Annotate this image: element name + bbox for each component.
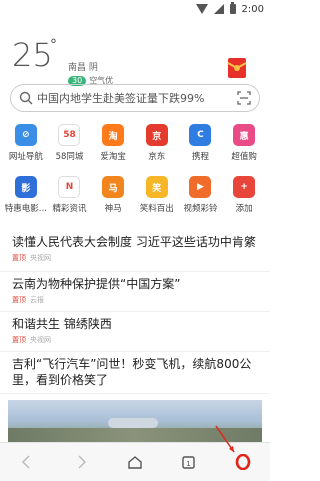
shortcut-label: 精彩资讯 bbox=[52, 204, 87, 214]
pinned-tag: 置顶 bbox=[12, 336, 26, 344]
taobao-icon: 淘 bbox=[102, 124, 125, 146]
news-item[interactable]: 吉利“飞行汽车”问世！秒变飞机，续航800公里，看到价格笑了 bbox=[0, 352, 270, 394]
shenma-icon: 马 bbox=[102, 176, 125, 198]
pinned-tag: 置顶 bbox=[12, 254, 26, 262]
pinned-tag: 置顶 bbox=[12, 296, 26, 304]
scan-icon[interactable] bbox=[237, 91, 251, 105]
news-meta: 置顶 央视网 bbox=[12, 253, 258, 263]
back-button[interactable] bbox=[12, 447, 42, 477]
shortcut-compass[interactable]: ⊘ 网址导航 bbox=[7, 124, 45, 176]
video-icon: ▶ bbox=[189, 176, 212, 198]
battery-icon bbox=[229, 2, 236, 14]
news-source: 央视网 bbox=[30, 336, 51, 344]
news-title: 吉利“飞行汽车”问世！秒变飞机，续航800公里，看到价格笑了 bbox=[12, 357, 252, 387]
degree-symbol: ° bbox=[50, 37, 57, 53]
plane-image bbox=[108, 418, 158, 428]
chevron-right-icon bbox=[78, 455, 87, 469]
forward-button[interactable] bbox=[66, 447, 96, 477]
shortcut-label: 特惠电影... bbox=[4, 204, 47, 214]
compass-icon: ⊘ bbox=[14, 124, 37, 146]
shortcut-label: 笑料百出 bbox=[139, 204, 174, 214]
chevron-left-icon bbox=[21, 455, 30, 469]
ctrip-icon: C bbox=[189, 124, 212, 146]
news-item[interactable]: 和谐共生 锦绣陕西置顶 央视网 bbox=[0, 312, 270, 352]
annotation-arrow bbox=[215, 425, 235, 453]
weather-widget[interactable]: 25 ° 南昌 阴 30 空气优 bbox=[0, 18, 270, 86]
news-meta: 置顶 云报 bbox=[12, 295, 258, 305]
shortcut-video[interactable]: ▶ 视频彩铃 bbox=[181, 176, 219, 228]
joke-icon: 笑 bbox=[145, 176, 168, 198]
shortcut-label: 58同城 bbox=[55, 152, 84, 162]
tabs-icon: 1 bbox=[182, 456, 195, 469]
shortcut-label: 携程 bbox=[191, 152, 209, 162]
shortcut-ctrip[interactable]: C 携程 bbox=[181, 124, 219, 176]
shortcut-label: 视频彩铃 bbox=[183, 204, 218, 214]
shortcut-label: 添加 bbox=[235, 204, 253, 214]
shortcut-deal[interactable]: 惠超值购 bbox=[225, 124, 263, 176]
shortcut-label: 网址导航 bbox=[8, 152, 43, 162]
news-feed: 读懂人民代表大会制度 习近平这些话功中肯綮 置顶 央视网 云南为物种保护提供“中国方案… bbox=[0, 230, 270, 394]
deal-icon: 惠 bbox=[233, 124, 256, 146]
news-icon: N bbox=[58, 176, 81, 198]
svg-text:1: 1 bbox=[186, 460, 190, 468]
58-icon: 58 bbox=[58, 124, 81, 146]
temperature: 25 bbox=[12, 36, 53, 74]
shortcut-movie[interactable]: 影特惠电影... bbox=[4, 176, 47, 228]
news-meta: 置顶 央视网 bbox=[12, 335, 258, 345]
movie-icon: 影 bbox=[14, 176, 37, 198]
search-bar[interactable]: 中国内地学生赴美签证量下跌99% bbox=[10, 84, 260, 112]
signal-icon bbox=[213, 4, 224, 14]
shortcut-add[interactable]: + 添加 bbox=[225, 176, 263, 228]
news-title: 云南为物种保护提供“中国方案” bbox=[12, 277, 181, 291]
news-item[interactable]: 读懂人民代表大会制度 习近平这些话功中肯綮置顶 央视网 bbox=[0, 230, 270, 272]
shortcut-news[interactable]: N 精彩资讯 bbox=[50, 176, 88, 228]
shortcut-grid: ⊘ 网址导航 58 58同城淘爱淘宝京京东 C 携程惠超值购 影特惠电影... N 精彩资讯马… bbox=[0, 124, 270, 228]
news-title: 和谐共生 锦绣陕西 bbox=[12, 317, 112, 331]
jd-icon: 京 bbox=[145, 124, 168, 146]
home-button[interactable] bbox=[120, 447, 150, 477]
tabs-button[interactable]: 1 bbox=[174, 447, 204, 477]
news-title: 读懂人民代表大会制度 习近平这些话功中肯綮 bbox=[12, 235, 256, 249]
shortcut-label: 爱淘宝 bbox=[100, 152, 126, 162]
shortcut-joke[interactable]: 笑笑料百出 bbox=[138, 176, 176, 228]
add-icon: + bbox=[233, 176, 256, 198]
news-item[interactable]: 云南为物种保护提供“中国方案” 置顶 云报 bbox=[0, 272, 270, 312]
wifi-icon bbox=[195, 4, 208, 14]
clock: 2:00 bbox=[241, 3, 264, 15]
status-bar: 2:00 bbox=[0, 0, 270, 18]
shortcut-58[interactable]: 58 58同城 bbox=[50, 124, 88, 176]
shortcut-jd[interactable]: 京京东 bbox=[138, 124, 176, 176]
shortcut-shenma[interactable]: 马神马 bbox=[94, 176, 132, 228]
search-icon bbox=[19, 91, 33, 105]
news-source: 云报 bbox=[30, 296, 44, 304]
search-input[interactable]: 中国内地学生赴美签证量下跌99% bbox=[37, 90, 237, 106]
shortcut-label: 超值购 bbox=[231, 152, 257, 162]
red-packet-icon[interactable] bbox=[226, 54, 248, 80]
news-source: 央视网 bbox=[30, 254, 51, 262]
home-icon bbox=[128, 456, 142, 469]
city-weather: 南昌 阴 bbox=[68, 63, 98, 73]
shortcut-label: 京东 bbox=[148, 152, 166, 162]
shortcut-taobao[interactable]: 淘爱淘宝 bbox=[94, 124, 132, 176]
shortcut-label: 神马 bbox=[104, 204, 122, 214]
